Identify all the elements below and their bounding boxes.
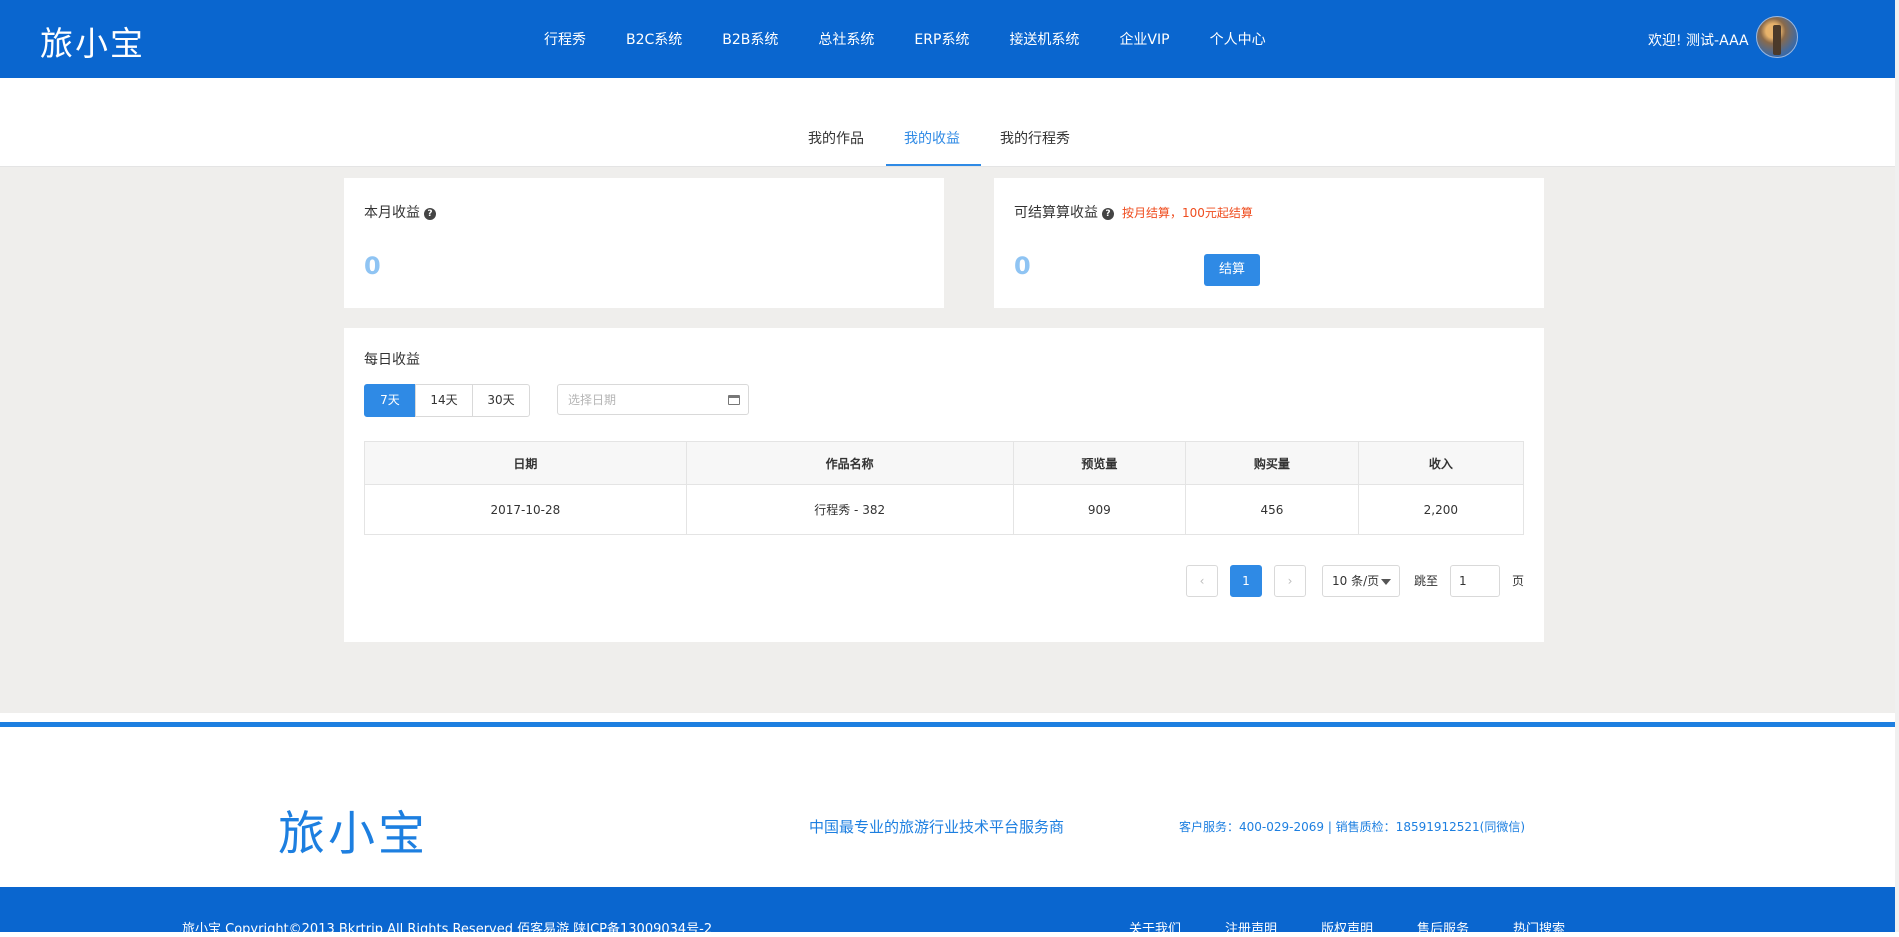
col-views[interactable]: 预览量 (1012, 441, 1187, 485)
help-icon[interactable]: ? (1102, 208, 1114, 220)
footer-slogan: 中国最专业的旅游行业技术平台服务商 (809, 818, 1065, 836)
page-size-value: 10 条/页 (1332, 574, 1380, 588)
col-purchases[interactable]: 购买量 (1185, 441, 1359, 485)
monthly-earnings-title: 本月收益? (364, 202, 436, 222)
next-page-button[interactable]: › (1274, 565, 1306, 597)
range-14-days[interactable]: 14天 (415, 384, 473, 417)
nav-item-xingchengxiu[interactable]: 行程秀 (544, 29, 586, 49)
chevron-down-icon (1381, 579, 1391, 585)
date-picker[interactable] (557, 384, 749, 415)
range-30-days[interactable]: 30天 (472, 384, 530, 417)
footer-logo: 旅小宝 (278, 807, 428, 862)
welcome-text[interactable]: 欢迎! 测试-AAA (1648, 30, 1749, 50)
main-nav: 行程秀 B2C系统 B2B系统 总社系统 ERP系统 接送机系统 企业VIP 个… (544, 29, 1306, 49)
jump-page-input[interactable] (1450, 565, 1500, 597)
cell-purchases: 456 (1185, 484, 1359, 535)
settleable-earnings-card: 可结算算收益? 按月结算，100元起结算 0 结算 (994, 178, 1544, 308)
range-7-days[interactable]: 7天 (364, 384, 416, 417)
footer-contact: 客户服务：400-029-2069 | 销售质检：18591912521(同微信… (1179, 820, 1526, 834)
page-1-button[interactable]: 1 (1230, 565, 1262, 597)
page-suffix: 页 (1512, 574, 1525, 588)
monthly-earnings-label: 本月收益 (364, 205, 420, 221)
monthly-earnings-value: 0 (364, 252, 381, 280)
page-size-select[interactable]: 10 条/页 (1322, 565, 1400, 597)
col-income[interactable]: 收入 (1357, 441, 1525, 485)
cell-views: 909 (1012, 484, 1187, 535)
footer-link-hot-search[interactable]: 热门搜索 (1513, 918, 1565, 937)
daily-earnings-table: 日期 作品名称 预览量 购买量 收入 2017-10-28 行程秀 - 382 … (364, 441, 1525, 535)
footer-link-copyright[interactable]: 版权声明 (1321, 918, 1373, 937)
top-header: 旅小宝 行程秀 B2C系统 B2B系统 总社系统 ERP系统 接送机系统 企业V… (0, 0, 1899, 78)
cell-work-name: 行程秀 - 382 (685, 484, 1014, 535)
daily-earnings-card: 每日收益 7天 14天 30天 日期 作品名称 预览量 购买量 收入 2017-… (344, 328, 1544, 642)
cell-income: 2,200 (1357, 484, 1525, 535)
date-input[interactable] (566, 392, 720, 408)
nav-item-enterprise-vip[interactable]: 企业VIP (1119, 29, 1169, 49)
cell-date: 2017-10-28 (364, 484, 687, 535)
table-row: 2017-10-28 行程秀 - 382 909 456 2,200 (364, 484, 1525, 535)
footer-link-aftersales[interactable]: 售后服务 (1417, 918, 1469, 937)
settleable-earnings-value: 0 (1014, 252, 1031, 280)
nav-item-zongshe[interactable]: 总社系统 (818, 29, 874, 49)
settlement-note: 按月结算，100元起结算 (1122, 206, 1253, 220)
nav-item-erp[interactable]: ERP系统 (914, 29, 969, 49)
nav-item-personal-center[interactable]: 个人中心 (1210, 29, 1266, 49)
footer-link-about[interactable]: 关于我们 (1129, 918, 1181, 937)
col-work-name[interactable]: 作品名称 (685, 441, 1014, 485)
copyright-text: 旅小宝 Copyright©2013 Bkrtrip All Rights Re… (182, 922, 713, 937)
tab-my-works[interactable]: 我的作品 (808, 128, 864, 148)
range-selector: 7天 14天 30天 (364, 384, 530, 417)
calendar-icon[interactable] (728, 395, 740, 405)
settleable-earnings-title: 可结算算收益? 按月结算，100元起结算 (1014, 202, 1253, 222)
brand-logo[interactable]: 旅小宝 (40, 17, 145, 65)
table-header-row: 日期 作品名称 预览量 购买量 收入 (364, 441, 1525, 485)
active-tab-indicator (886, 164, 981, 166)
nav-item-jiesongji[interactable]: 接送机系统 (1009, 29, 1079, 49)
nav-item-b2c[interactable]: B2C系统 (626, 29, 682, 49)
sub-tab-bar: 我的作品 我的收益 我的行程秀 (0, 78, 1895, 167)
jump-label: 跳至 (1414, 574, 1439, 588)
footer-link-register[interactable]: 注册声明 (1225, 918, 1277, 937)
nav-item-b2b[interactable]: B2B系统 (722, 29, 778, 49)
tab-my-earnings[interactable]: 我的收益 (904, 128, 960, 148)
settle-button[interactable]: 结算 (1204, 254, 1260, 286)
col-date[interactable]: 日期 (364, 441, 687, 485)
monthly-earnings-card: 本月收益? 0 (344, 178, 944, 308)
help-icon[interactable]: ? (424, 208, 436, 220)
daily-earnings-title: 每日收益 (364, 352, 420, 368)
tab-my-itinerary[interactable]: 我的行程秀 (1000, 128, 1070, 148)
prev-page-button[interactable]: ‹ (1186, 565, 1218, 597)
page-scrollbar[interactable] (1895, 0, 1899, 932)
settleable-earnings-label: 可结算算收益 (1014, 205, 1098, 221)
user-avatar[interactable] (1756, 16, 1798, 58)
